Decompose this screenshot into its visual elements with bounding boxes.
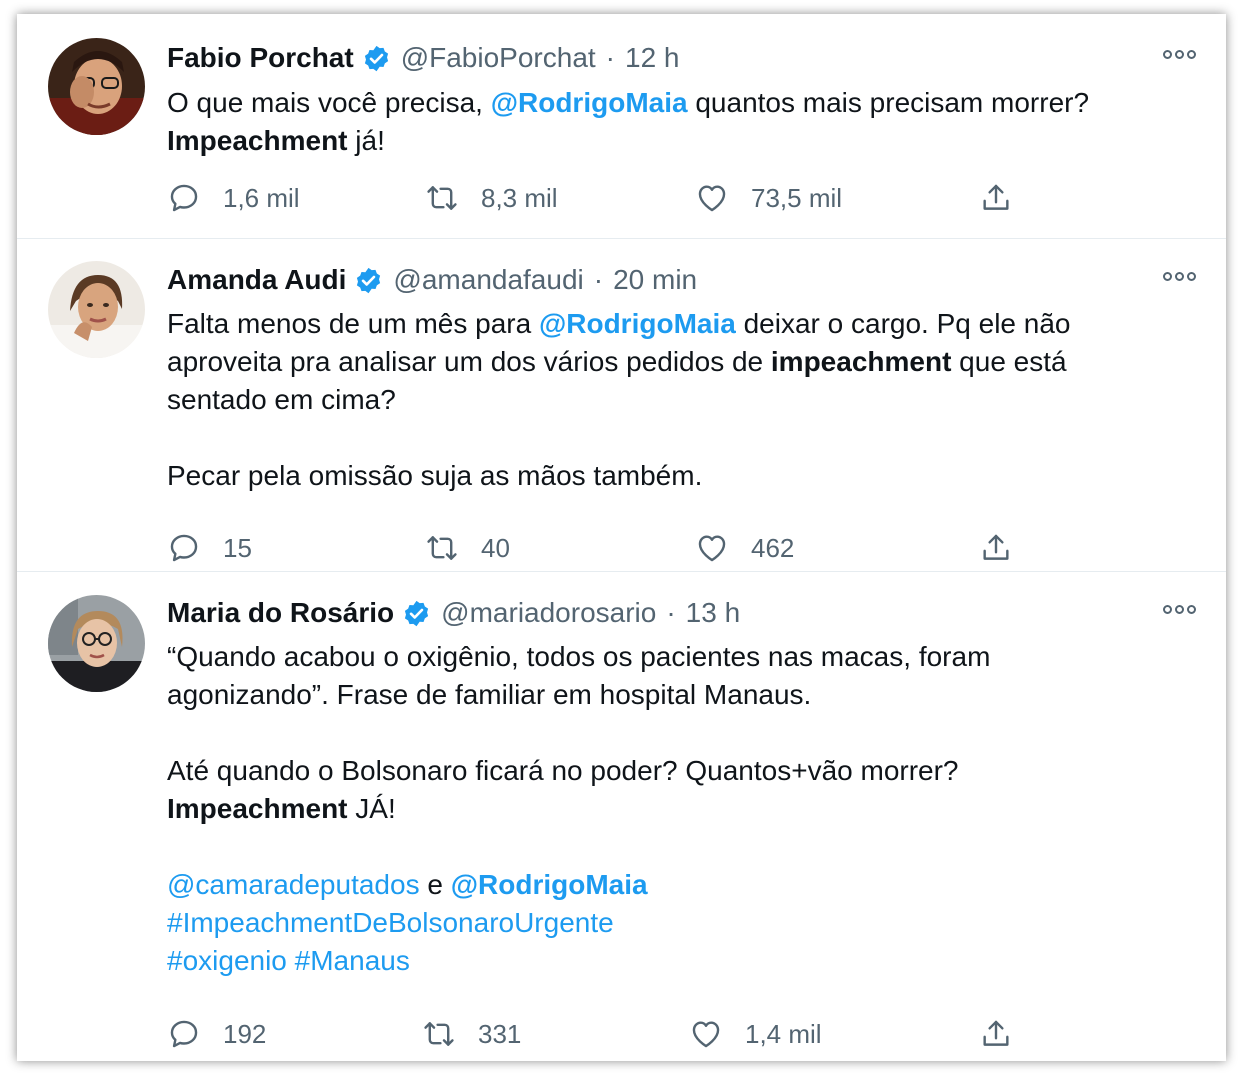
separator: · xyxy=(593,264,604,295)
heart-icon xyxy=(692,1021,720,1048)
text-segment: já! xyxy=(347,125,385,156)
mention-link[interactable]: @camaradeputados xyxy=(167,869,420,900)
share-icon xyxy=(983,1020,1009,1046)
tweet-maria-do-rosario[interactable]: Maria do Rosário @mariadorosario · 13 h … xyxy=(17,571,1226,1062)
retweet-icon xyxy=(427,536,457,560)
author-name[interactable]: Maria do Rosário xyxy=(167,595,394,631)
avatar-photo xyxy=(48,38,145,135)
like-button[interactable]: 73,5 mil xyxy=(695,180,842,216)
text-bold: Impeachment xyxy=(167,125,348,156)
retweet-count: 40 xyxy=(481,532,510,563)
like-button[interactable]: 1,4 mil xyxy=(689,1016,822,1052)
text-segment: sentado em cima? xyxy=(167,384,396,415)
mention-link[interactable]: @RodrigoMaia xyxy=(451,869,648,900)
avatar[interactable] xyxy=(48,261,145,358)
author-handle[interactable]: @amandafaudi xyxy=(393,262,583,298)
tweet-amanda-audi[interactable]: Amanda Audi @amandafaudi · 20 min Falta … xyxy=(17,238,1226,572)
text-segment: quantos mais precisam morrer? xyxy=(687,87,1090,118)
reply-icon xyxy=(170,1020,198,1048)
timestamp[interactable]: 13 h xyxy=(686,595,741,631)
mention-link[interactable]: @RodrigoMaia xyxy=(491,87,688,118)
text-segment: Falta menos de um mês para xyxy=(167,308,539,339)
retweet-icon xyxy=(427,186,457,210)
tweet-text: Falta menos de um mês para @RodrigoMaia … xyxy=(167,305,1207,495)
like-count: 1,4 mil xyxy=(745,1018,822,1049)
text-bold: impeachment xyxy=(770,346,952,377)
text-segment: aproveita pra analisar um dos vários ped… xyxy=(167,346,771,377)
text-segment: “Quando acabou o oxigênio, todos os paci… xyxy=(167,641,991,672)
tweet-list: Fabio Porchat @FabioPorchat · 12 h O que… xyxy=(17,14,1226,1061)
share-icon xyxy=(983,534,1009,560)
reply-button[interactable]: 1,6 mil xyxy=(167,180,300,216)
like-button[interactable]: 462 xyxy=(695,530,794,566)
text-bold: Impeachment xyxy=(167,793,348,824)
retweet-button[interactable]: 8,3 mil xyxy=(425,180,558,216)
author-handle[interactable]: @FabioPorchat xyxy=(401,40,596,76)
like-count: 73,5 mil xyxy=(751,182,843,213)
separator: · xyxy=(605,42,615,73)
text-segment xyxy=(287,945,295,976)
avatar[interactable] xyxy=(48,595,145,692)
text-segment: JÁ! xyxy=(347,793,396,824)
timestamp[interactable]: 12 h xyxy=(625,40,680,76)
text-segment: e xyxy=(419,869,451,900)
heart-icon xyxy=(698,185,726,212)
tweet-text: “Quando acabou o oxigênio, todos os paci… xyxy=(167,638,1207,980)
hashtag-link[interactable]: #Manaus xyxy=(295,945,410,976)
text-segment: deixar o cargo. Pq ele não xyxy=(735,308,1071,339)
reply-count: 15 xyxy=(223,532,252,563)
reply-count: 192 xyxy=(223,1018,267,1049)
share-button[interactable] xyxy=(979,530,1013,566)
verified-badge-icon xyxy=(357,267,381,293)
author-handle[interactable]: @mariadorosario xyxy=(441,595,656,631)
verified-badge-icon xyxy=(405,600,429,626)
text-segment: Pecar pela omissão suja as mãos também. xyxy=(167,460,703,491)
share-icon xyxy=(983,184,1009,210)
reply-button[interactable]: 15 xyxy=(167,530,252,566)
separator: · xyxy=(666,597,676,628)
tweet-text: O que mais você precisa, @RodrigoMaia qu… xyxy=(167,84,1207,160)
text-segment: Até quando o Bolsonaro ficará no poder? … xyxy=(167,755,959,786)
reply-count: 1,6 mil xyxy=(223,182,300,213)
hashtag-link[interactable]: #oxigenio xyxy=(167,945,287,976)
text-segment: agonizando”. Frase de familiar em hospit… xyxy=(167,679,812,710)
retweet-button[interactable]: 40 xyxy=(425,530,510,566)
tweet-header: Fabio Porchat @FabioPorchat · 12 h xyxy=(167,40,1196,76)
reply-icon xyxy=(170,534,198,562)
avatar-photo xyxy=(48,261,145,358)
retweet-count: 8,3 mil xyxy=(481,182,558,213)
tweet-header: Amanda Audi @amandafaudi · 20 min xyxy=(167,262,1196,298)
mention-link[interactable]: @RodrigoMaia xyxy=(539,308,736,339)
avatar[interactable] xyxy=(48,38,145,135)
retweet-button[interactable]: 331 xyxy=(422,1016,521,1052)
more-options-icon[interactable] xyxy=(1163,272,1196,281)
hashtag-link[interactable]: #ImpeachmentDeBolsonaroUrgente xyxy=(167,907,614,938)
tweet-actions: 1,6 mil 8,3 mil 73,5 mil xyxy=(167,180,1047,216)
avatar-photo xyxy=(48,595,145,692)
retweet-count: 331 xyxy=(478,1018,522,1049)
like-count: 462 xyxy=(751,532,795,563)
text-segment: O que mais você precisa, xyxy=(167,87,491,118)
retweet-icon xyxy=(424,1022,454,1046)
verified-badge-icon xyxy=(364,45,388,71)
text-segment: que está xyxy=(951,346,1067,377)
share-button[interactable] xyxy=(979,180,1013,216)
tweet-fabio-porchat[interactable]: Fabio Porchat @FabioPorchat · 12 h O que… xyxy=(17,14,1226,238)
share-button[interactable] xyxy=(979,1016,1013,1052)
more-options-icon[interactable] xyxy=(1163,50,1196,59)
tweet-actions: 15 40 462 xyxy=(167,530,1047,566)
heart-icon xyxy=(698,535,726,562)
more-options-icon[interactable] xyxy=(1163,605,1196,614)
tweet-actions: 192 331 1,4 mil xyxy=(167,1016,1047,1052)
author-name[interactable]: Amanda Audi xyxy=(167,262,346,298)
reply-button[interactable]: 192 xyxy=(167,1016,266,1052)
author-name[interactable]: Fabio Porchat xyxy=(167,40,354,76)
timestamp[interactable]: 20 min xyxy=(613,262,697,298)
reply-icon xyxy=(170,184,198,212)
tweet-header: Maria do Rosário @mariadorosario · 13 h xyxy=(167,595,1196,631)
